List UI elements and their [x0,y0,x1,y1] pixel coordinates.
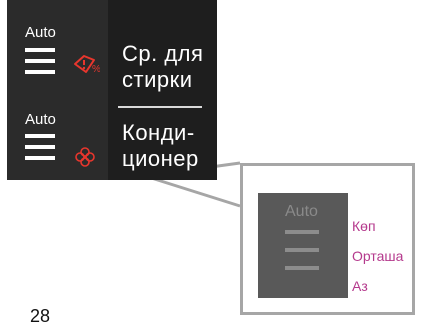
softener-title: Конди- ционер [122,120,199,171]
detergent-auto-label: Auto [25,24,56,41]
softener-level-button[interactable] [25,134,55,167]
softener-flower-icon [75,147,95,167]
level-high-label: Көп [352,218,376,234]
level-medium-label: Орташа [352,248,404,264]
detergent-level-button[interactable] [25,48,55,81]
detergent-title: Ср. для стирки [122,41,204,92]
svg-text:%: % [92,64,100,75]
page-number: 28 [30,306,51,326]
zoom-auto-label: Auto [285,203,318,220]
zoom-level-bars [285,230,319,284]
row-divider [118,106,202,108]
level-low-label: Аз [352,278,368,294]
detergent-warning-icon: % [74,55,100,75]
softener-auto-label: Auto [25,111,56,128]
